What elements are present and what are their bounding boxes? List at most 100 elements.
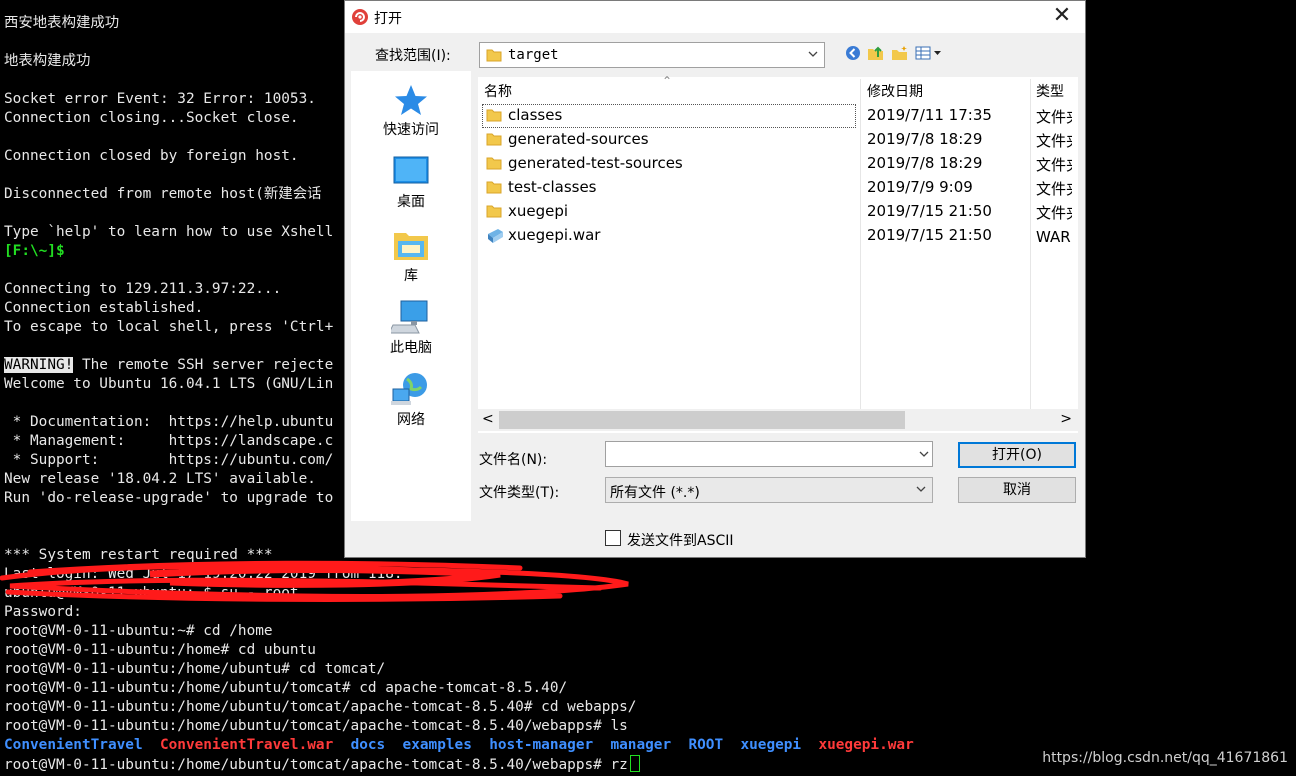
- filename-input[interactable]: [605, 441, 933, 467]
- file-row[interactable]: xuegepi 2019/7/15 21:50 文件夹: [482, 200, 1072, 224]
- folder-icon: [486, 181, 502, 194]
- folder-icon: [486, 109, 502, 122]
- terminal-line: root@VM-0-11-ubuntu:/home/ubuntu/tomcat/…: [4, 718, 628, 734]
- terminal-line: Socket error Event: 32 Error: 10053.: [4, 91, 316, 107]
- ls-entry-archive: ConvenientTravel.war: [159, 737, 334, 753]
- filetype-label: 文件类型(T):: [479, 485, 560, 501]
- file-name: classes: [508, 106, 563, 124]
- network-icon: [391, 373, 427, 405]
- file-type: 文件夹: [1036, 108, 1072, 126]
- library-icon: [394, 233, 428, 260]
- terminal-line: Disconnected from remote host(新建会话: [4, 186, 322, 202]
- file-date: 2019/7/15 21:50: [867, 226, 992, 244]
- view-menu-icon[interactable]: [915, 45, 943, 65]
- file-type: 文件夹: [1036, 180, 1072, 198]
- lookin-value: target: [508, 47, 559, 63]
- folder-icon: [486, 133, 502, 146]
- file-date: 2019/7/9 9:09: [867, 178, 973, 196]
- folder-icon: [486, 157, 502, 170]
- place-library[interactable]: 库: [351, 227, 471, 285]
- file-row[interactable]: xuegepi.war 2019/7/15 21:50 WAR 文件: [482, 224, 1072, 248]
- file-date: 2019/7/11 17:35: [867, 106, 992, 124]
- file-type: 文件夹: [1036, 132, 1072, 150]
- folder-icon: [486, 205, 502, 218]
- dialog-titlebar[interactable]: 打开 ✕: [345, 1, 1085, 33]
- column-header-name[interactable]: 名称: [484, 81, 512, 101]
- open-button[interactable]: 打开(O): [958, 442, 1076, 468]
- terminal-line: 地表构建成功: [4, 53, 91, 69]
- chevron-down-icon: [916, 486, 926, 492]
- terminal-line: * Management: https://landscape.c: [4, 433, 334, 449]
- open-file-dialog[interactable]: 打开 ✕ 查找范围(I): target 快速访问 桌面 库 此电脑 网络 ⌃ …: [344, 0, 1086, 558]
- scroll-right-icon[interactable]: >: [1060, 411, 1072, 427]
- place-quick-access[interactable]: 快速访问: [351, 83, 471, 139]
- file-name: xuegepi: [508, 202, 569, 220]
- quick-access-star-icon: [395, 85, 427, 115]
- cancel-button[interactable]: 取消: [958, 477, 1076, 503]
- warning-text: The remote SSH server rejecte: [73, 357, 334, 373]
- up-folder-icon[interactable]: [867, 45, 885, 65]
- terminal-line: Connection closing...Socket close.: [4, 110, 299, 126]
- file-type: WAR 文件: [1036, 228, 1072, 246]
- terminal-line: To escape to local shell, press 'Ctrl+: [4, 319, 334, 335]
- ls-output: ConvenientTravel ConvenientTravel.war do…: [4, 736, 914, 755]
- file-date: 2019/7/8 18:29: [867, 130, 983, 148]
- new-folder-icon[interactable]: [891, 45, 909, 65]
- terminal-line: Connecting to 129.211.3.97:22...: [4, 281, 282, 297]
- terminal-line: * Documentation: https://help.ubuntu: [4, 414, 334, 430]
- warning-label: WARNING!: [4, 357, 74, 373]
- place-label: 网络: [397, 412, 425, 428]
- place-label: 快速访问: [383, 122, 439, 138]
- redaction-scribble: [0, 560, 629, 602]
- terminal-line: root@VM-0-11-ubuntu:/home/ubuntu# cd tom…: [4, 661, 386, 677]
- place-label: 此电脑: [390, 340, 432, 356]
- this-pc-icon: [391, 300, 428, 334]
- terminal-line: * Support: https://ubuntu.com/: [4, 452, 334, 468]
- close-button[interactable]: ✕: [1039, 1, 1085, 33]
- filename-label: 文件名(N):: [479, 452, 548, 468]
- places-sidebar: 快速访问 桌面 库 此电脑 网络: [351, 71, 471, 521]
- terminal-line: Type `help' to learn how to use Xshell: [4, 224, 334, 240]
- place-label: 桌面: [397, 194, 425, 210]
- filetype-value: 所有文件 (*.*): [610, 485, 700, 501]
- file-row[interactable]: classes: [482, 104, 856, 128]
- ascii-checkbox-label: 发送文件到ASCII: [627, 533, 734, 549]
- place-desktop[interactable]: 桌面: [351, 155, 471, 211]
- file-row[interactable]: generated-test-sources 2019/7/8 18:29 文件…: [482, 152, 1072, 176]
- file-list[interactable]: ⌃ 名称 修改日期 类型 classes 2019/7/11 17:35 文件夹…: [478, 74, 1078, 433]
- terminal-line: WARNING! The remote SSH server rejecte: [4, 356, 333, 375]
- lookin-label: 查找范围(I):: [375, 48, 451, 64]
- column-header-date[interactable]: 修改日期: [867, 81, 923, 101]
- horizontal-scrollbar[interactable]: < >: [478, 409, 1078, 431]
- terminal-line: New release '18.04.2 LTS' available.: [4, 471, 316, 487]
- terminal-line: 西安地表构建成功: [4, 15, 120, 31]
- watermark: https://blog.csdn.net/qq_41671861: [1042, 750, 1288, 766]
- ls-entry-dir: manager: [610, 737, 672, 753]
- ls-entry-dir: xuegepi: [740, 737, 802, 753]
- place-network[interactable]: 网络: [351, 371, 471, 429]
- column-header-type[interactable]: 类型: [1036, 81, 1064, 101]
- desktop-icon: [393, 156, 429, 184]
- ascii-checkbox[interactable]: [605, 530, 621, 546]
- terminal-line: root@VM-0-11-ubuntu:/home/ubuntu/tomcat/…: [4, 755, 640, 774]
- file-row[interactable]: generated-sources 2019/7/8 18:29 文件夹: [482, 128, 1072, 152]
- folder-icon: [486, 49, 502, 62]
- ls-entry-dir: ConvenientTravel: [4, 737, 143, 753]
- place-this-pc[interactable]: 此电脑: [351, 299, 471, 357]
- scroll-left-icon[interactable]: <: [482, 411, 494, 427]
- current-command: root@VM-0-11-ubuntu:/home/ubuntu/tomcat/…: [4, 757, 628, 773]
- file-type: 文件夹: [1036, 156, 1072, 174]
- file-name: generated-test-sources: [508, 154, 683, 172]
- scrollbar-thumb[interactable]: [499, 411, 905, 429]
- terminal-line: Connection established.: [4, 300, 204, 316]
- place-label: 库: [404, 268, 418, 284]
- filetype-dropdown[interactable]: 所有文件 (*.*): [605, 477, 933, 503]
- file-row[interactable]: test-classes 2019/7/9 9:09 文件夹: [482, 176, 1072, 200]
- local-prompt: [F:\~]$: [4, 243, 65, 259]
- back-icon[interactable]: [845, 45, 861, 65]
- chevron-down-icon[interactable]: [917, 447, 931, 461]
- dialog-title: 打开: [374, 11, 402, 27]
- lookin-dropdown[interactable]: target: [479, 42, 825, 68]
- xshell-icon: [352, 9, 368, 25]
- ls-entry-archive: xuegepi.war: [818, 737, 914, 753]
